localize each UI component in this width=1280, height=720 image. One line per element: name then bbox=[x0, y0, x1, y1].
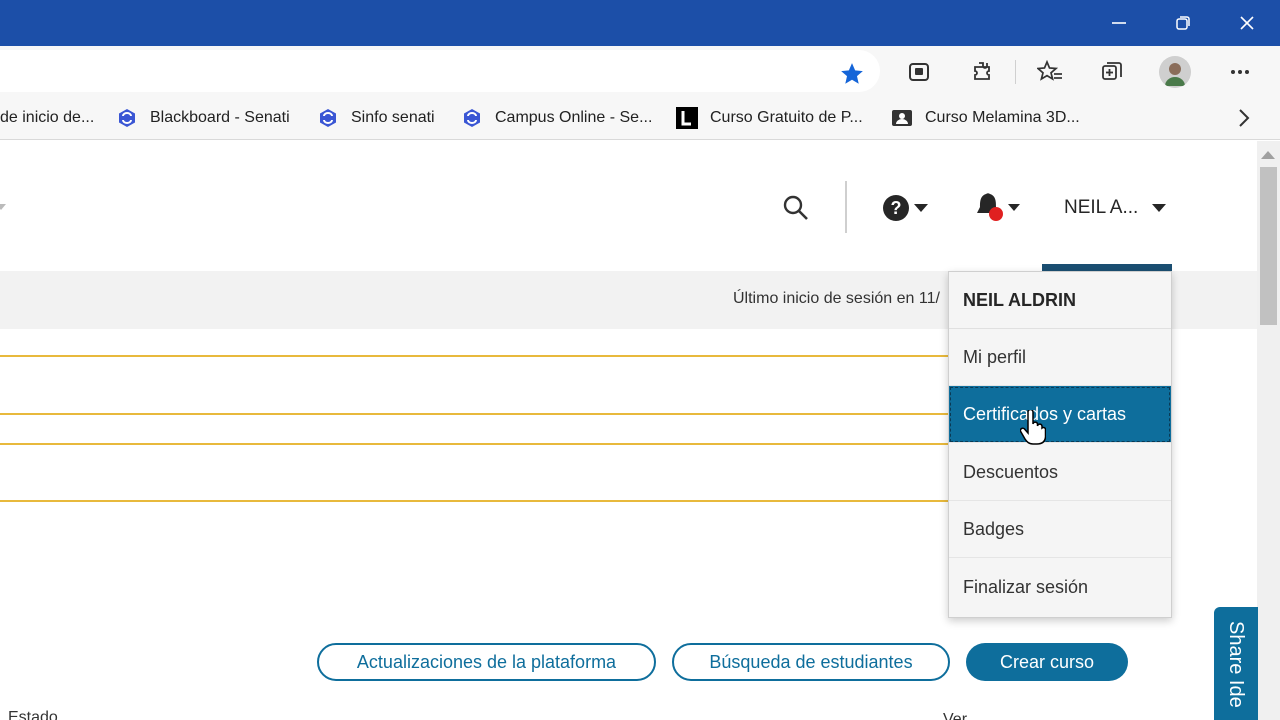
page-scrollbar[interactable] bbox=[1257, 141, 1280, 720]
help-icon: ? bbox=[883, 195, 909, 221]
browser-toolbar bbox=[0, 46, 1280, 98]
header-separator bbox=[845, 181, 847, 233]
browser-title-bar bbox=[0, 0, 1280, 46]
search-button[interactable] bbox=[782, 194, 810, 222]
close-icon bbox=[1240, 16, 1254, 30]
menu-item-finalizar-sesion[interactable]: Finalizar sesión bbox=[949, 559, 1171, 616]
senati-logo-icon bbox=[116, 107, 138, 129]
bell-icon bbox=[977, 193, 1003, 221]
collections-badge-icon bbox=[909, 63, 929, 81]
chevron-down-icon bbox=[1008, 203, 1020, 211]
user-name-short: NEIL A... bbox=[1064, 197, 1139, 218]
menu-user-name: NEIL ALDRIN bbox=[949, 272, 1171, 329]
create-course-button[interactable]: Crear curso bbox=[966, 643, 1128, 681]
favorites-bar: de inicio de... Blackboard - Senati Sinf… bbox=[0, 98, 1280, 140]
notifications-button[interactable] bbox=[974, 191, 1024, 223]
divider-line bbox=[0, 413, 950, 415]
scrollbar-thumb[interactable] bbox=[1260, 167, 1277, 325]
favorite-star-button[interactable] bbox=[836, 58, 868, 90]
user-dropdown-menu: NEIL ALDRIN Mi perfil Certificados y car… bbox=[948, 271, 1172, 618]
app-header: ? NEIL A... bbox=[0, 141, 1257, 271]
share-ideas-label: Share Ide bbox=[1225, 621, 1247, 708]
restore-button[interactable] bbox=[1151, 0, 1215, 46]
restore-icon bbox=[1176, 16, 1190, 30]
more-icon bbox=[1231, 70, 1249, 74]
menu-item-descuentos[interactable]: Descuentos bbox=[949, 444, 1171, 501]
senati-logo-icon bbox=[461, 107, 483, 129]
chevron-down-icon bbox=[914, 204, 928, 212]
favorite-label: Curso Gratuito de P... bbox=[710, 109, 863, 126]
favorites-icon bbox=[1037, 60, 1062, 81]
menu-item-badges[interactable]: Badges bbox=[949, 501, 1171, 558]
extensions-icon bbox=[974, 62, 990, 80]
favorite-label: Campus Online - Se... bbox=[495, 109, 653, 126]
close-window-button[interactable] bbox=[1215, 0, 1279, 46]
user-menu-button[interactable]: NEIL A... bbox=[1064, 195, 1167, 221]
divider-line bbox=[0, 443, 950, 445]
menu-item-mi-perfil[interactable]: Mi perfil bbox=[949, 329, 1171, 386]
minimize-icon bbox=[1112, 22, 1126, 24]
address-bar[interactable] bbox=[0, 50, 880, 92]
chevron-down-icon[interactable] bbox=[0, 204, 6, 210]
favorite-link[interactable]: Curso Melamina 3D... bbox=[891, 106, 1080, 130]
favorite-link[interactable]: de inicio de... bbox=[0, 106, 94, 130]
help-menu-button[interactable]: ? bbox=[882, 193, 932, 223]
divider-line bbox=[0, 355, 950, 357]
chevron-down-icon bbox=[1152, 204, 1167, 212]
more-menu-button[interactable] bbox=[1224, 56, 1256, 88]
star-icon bbox=[841, 63, 863, 84]
column-header-estado[interactable]: Estado bbox=[8, 709, 58, 720]
chevron-right-icon bbox=[1239, 109, 1250, 127]
toolbar-separator bbox=[1015, 60, 1016, 84]
senati-logo-icon bbox=[317, 107, 339, 129]
minimize-button[interactable] bbox=[1087, 0, 1151, 46]
favorite-label: Curso Melamina 3D... bbox=[925, 109, 1080, 126]
favorite-link[interactable]: Sinfo senati bbox=[317, 106, 435, 130]
platform-updates-button[interactable]: Actualizaciones de la plataforma bbox=[317, 643, 656, 681]
favorite-link[interactable]: Blackboard - Senati bbox=[116, 106, 290, 130]
column-header-ver[interactable]: Ver bbox=[943, 711, 967, 720]
divider-line bbox=[0, 500, 950, 502]
collections-badge-button[interactable] bbox=[903, 56, 935, 88]
scroll-up-arrow-icon[interactable] bbox=[1261, 149, 1275, 159]
favorite-label: de inicio de... bbox=[0, 109, 95, 126]
svg-text:?: ? bbox=[891, 198, 902, 218]
extensions-button[interactable] bbox=[966, 56, 998, 88]
collections-button[interactable] bbox=[1096, 56, 1128, 88]
share-ideas-tab[interactable]: Share Ide bbox=[1214, 607, 1258, 720]
favorite-label: Sinfo senati bbox=[351, 109, 435, 126]
favorites-more-button[interactable] bbox=[1232, 106, 1256, 130]
search-icon bbox=[783, 195, 808, 220]
profile-avatar-icon bbox=[1159, 56, 1191, 88]
favorites-button[interactable] bbox=[1034, 56, 1066, 88]
favorite-link[interactable]: Curso Gratuito de P... bbox=[676, 106, 863, 130]
last-login-text: Último inicio de sesión en 11/ bbox=[733, 290, 940, 307]
student-search-button[interactable]: Búsqueda de estudiantes bbox=[672, 643, 950, 681]
hand-cursor-icon bbox=[1020, 410, 1046, 445]
profile-avatar[interactable] bbox=[1159, 56, 1191, 88]
favorite-label: Blackboard - Senati bbox=[150, 109, 290, 126]
contact-card-icon bbox=[891, 107, 913, 129]
collections-icon bbox=[1102, 62, 1122, 80]
active-tab-indicator bbox=[1042, 264, 1172, 271]
letter-l-icon bbox=[676, 107, 698, 129]
favorite-link[interactable]: Campus Online - Se... bbox=[461, 106, 652, 130]
menu-item-certificados[interactable]: Certificados y cartas bbox=[949, 386, 1171, 443]
